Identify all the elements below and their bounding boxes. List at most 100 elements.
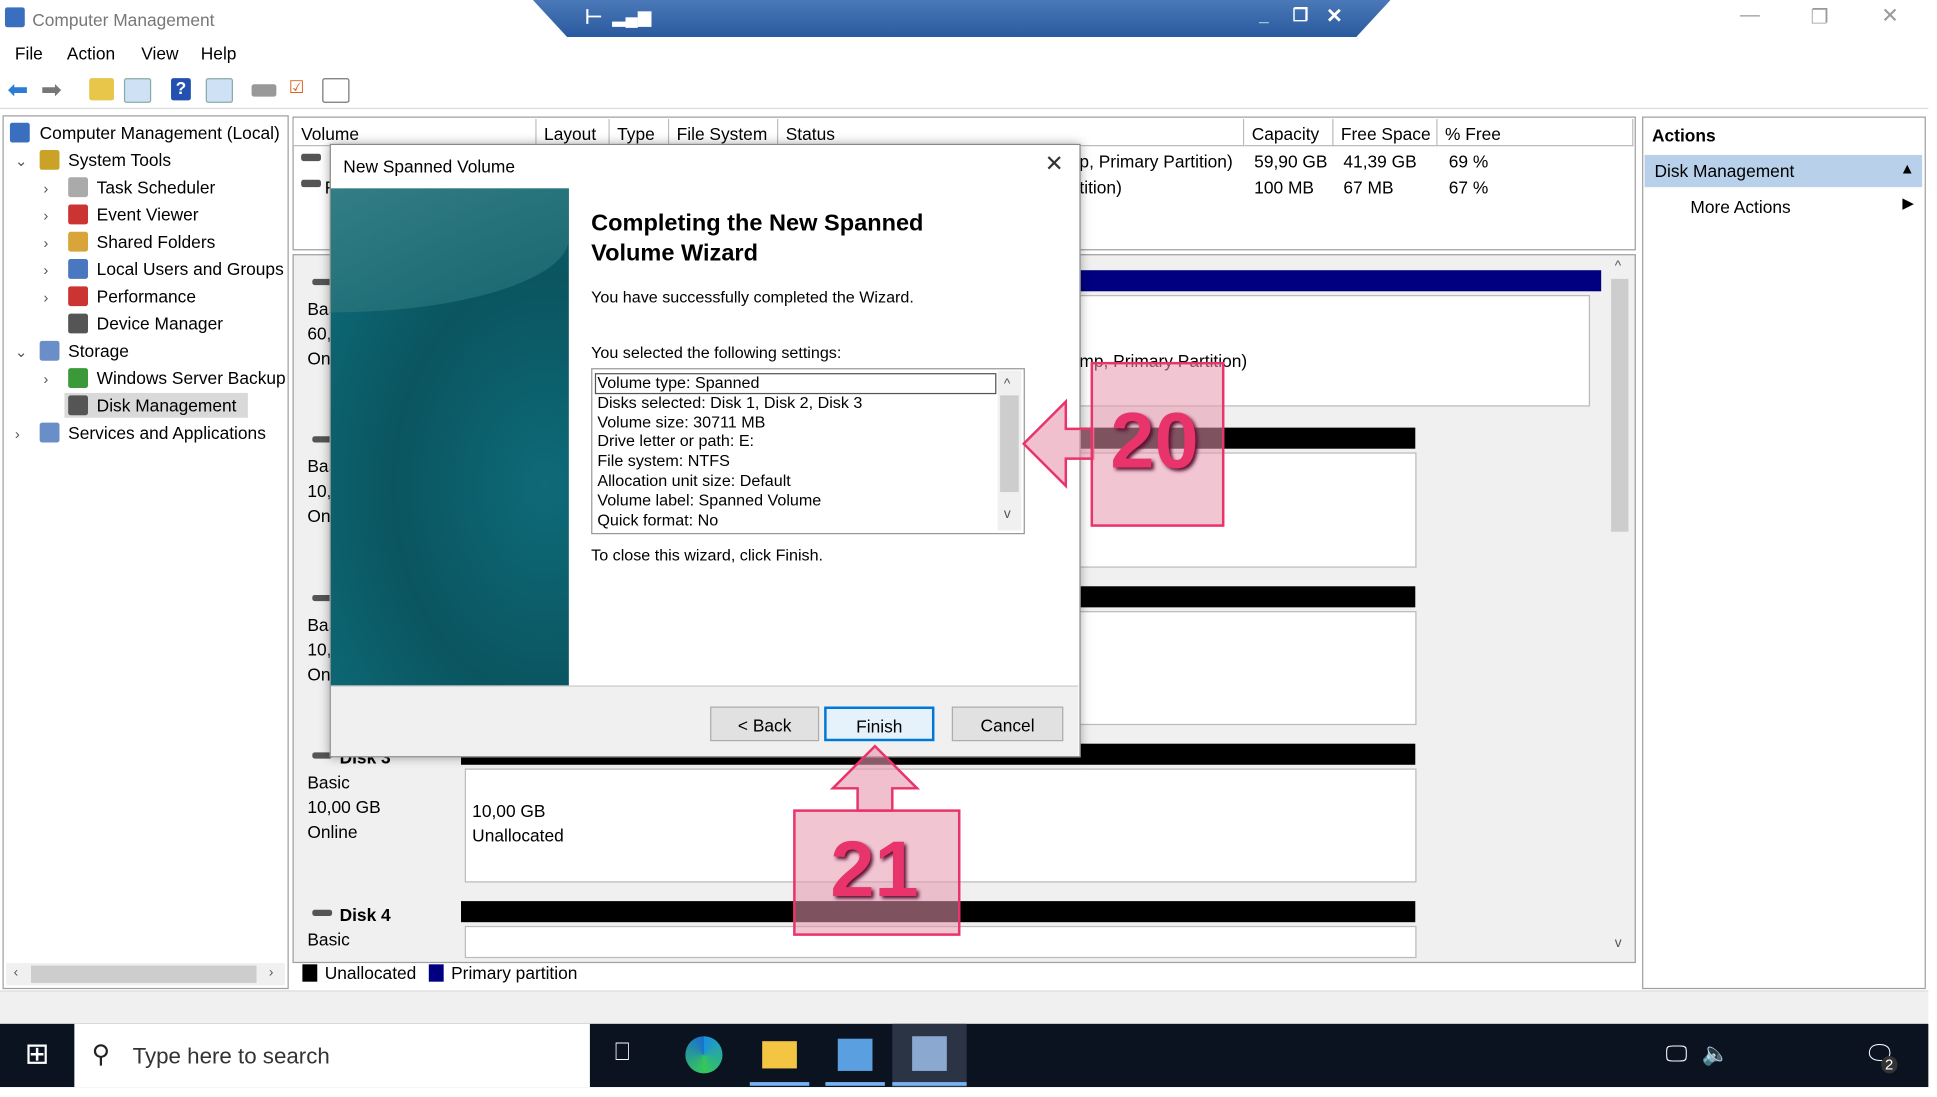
expand-chevron-icon[interactable]: › [43,289,48,306]
cancel-button[interactable]: Cancel [951,706,1064,742]
signal-icon: ▂▄▆ [612,6,652,27]
scrollbar-thumb[interactable] [1611,278,1629,532]
show-hide-console-tree-icon[interactable] [123,78,152,103]
settings-list[interactable]: Volume type: Spanned Disks selected: Disk… [591,368,1025,535]
tree-item[interactable]: System Tools [68,150,171,170]
expand-chevron-icon[interactable]: › [43,180,48,197]
tree-item[interactable]: Event Viewer [97,205,199,225]
disk-management-icon [68,395,88,416]
volume-icon [301,153,321,162]
column-header[interactable]: Volume [293,118,537,147]
setting-line: Volume size: 30711 MB [597,412,766,431]
tree-item[interactable]: Performance [97,286,196,306]
pin-icon[interactable]: ⊢ [585,5,602,30]
scrollbar-thumb[interactable] [30,965,257,983]
remote-restore-icon[interactable]: ❐ [1293,5,1309,26]
tree-item[interactable]: Disk Management [97,395,237,415]
volume-pct-free: 67 % [1448,177,1489,198]
expand-chevron-icon[interactable]: › [15,425,20,442]
column-header[interactable]: File System [669,118,779,147]
remote-minimize-icon[interactable]: _ [1259,5,1269,25]
collapse-chevron-icon[interactable]: ⌄ [15,343,27,360]
actions-header: Actions [1651,125,1716,146]
disk-info: 10,00 GB [307,796,381,817]
tree-item[interactable]: Storage [68,341,129,361]
forward-icon[interactable]: ➡ [41,74,62,105]
show-action-pane-icon[interactable] [205,78,233,103]
legend-primary-partition: Primary partition [451,963,578,983]
dialog-title: New Spanned Volume [343,156,515,177]
device-manager-icon [68,313,88,334]
column-header[interactable]: Free Space [1333,118,1438,147]
collapse-icon[interactable]: ▲ [1900,160,1915,177]
tree-item[interactable]: Local Users and Groups [97,259,284,279]
column-header[interactable]: % Free [1437,118,1634,147]
annotation-20-label: 20 [1110,395,1199,485]
help-icon[interactable]: ? [171,78,191,101]
submenu-arrow-icon: ▶ [1902,194,1914,212]
up-folder-icon[interactable] [89,78,115,101]
computer-management-icon [4,7,25,28]
back-button[interactable]: < Back [710,706,820,742]
disk-info: Online [307,821,358,842]
close-icon[interactable]: ✕ [1881,4,1899,29]
more-actions[interactable]: More Actions [1690,197,1790,217]
tree-item[interactable]: Device Manager [97,314,223,334]
tree-item[interactable]: Services and Applications [68,423,266,443]
network-icon[interactable]: 🖵 [1666,1041,1688,1067]
column-header[interactable]: Status [778,118,1245,147]
tree-item[interactable]: Shared Folders [97,232,216,252]
volume-capacity: 100 MB [1254,177,1314,198]
file-explorer-icon[interactable] [762,1041,797,1069]
disk-info: Basic [307,929,350,950]
menu-view[interactable]: View [141,43,178,63]
properties-icon[interactable] [322,78,350,103]
search-placeholder: Type here to search [132,1043,330,1069]
tree-item[interactable]: Task Scheduler [97,177,216,197]
volume-free: 41,39 GB [1343,151,1417,172]
remote-close-icon[interactable]: ✕ [1326,4,1343,29]
volume-status: p, Primary Partition) [1079,151,1233,172]
storage-icon [39,340,60,361]
expand-chevron-icon[interactable]: › [43,371,48,388]
menu-action[interactable]: Action [67,43,115,63]
expand-chevron-icon[interactable]: › [43,262,48,279]
disk-info: 60, [307,323,332,344]
restore-icon[interactable]: ❐ [1811,5,1829,30]
menu-help[interactable]: Help [201,43,237,63]
connect-icon[interactable] [251,84,277,97]
setting-line: Allocation unit size: Default [597,471,791,490]
tree-item[interactable]: Windows Server Backup [97,368,286,388]
column-header[interactable]: Type [609,118,670,147]
menu-file[interactable]: File [15,43,43,63]
collapse-chevron-icon[interactable]: ⌄ [15,152,27,169]
expand-chevron-icon[interactable]: › [43,207,48,224]
task-view-icon[interactable]: ⎕ [615,1039,630,1068]
edge-icon[interactable] [685,1036,723,1074]
dialog-close-icon[interactable]: ✕ [1045,151,1064,177]
services-and-applications-icon [39,422,60,443]
expand-chevron-icon[interactable]: › [43,234,48,251]
disk-view-scrollbar[interactable]: ^ v [1608,256,1631,959]
tree-horizontal-scrollbar[interactable]: ‹ › [6,963,286,986]
legend-unallocated: Unallocated [324,963,417,983]
volume-muted-icon[interactable]: 🔈 [1702,1041,1730,1067]
disk-info: On [307,348,331,369]
finish-button[interactable]: Finish [824,706,935,742]
computer-management-app-icon [912,1036,947,1071]
column-header[interactable]: Capacity [1244,118,1334,147]
minimize-icon[interactable]: — [1740,5,1760,27]
start-windows-icon[interactable]: ⊞ [25,1036,50,1072]
back-icon[interactable]: ⬅ [7,74,28,105]
system-tools-icon [39,149,60,170]
check-icon[interactable]: ☑ [289,77,305,98]
actions-section-label: Disk Management [1654,161,1795,181]
local-users-and-groups-icon [68,259,88,279]
tree-root[interactable]: Computer Management (Local) [40,123,280,143]
partition-info: Unallocated [472,825,564,846]
disk-icon [312,909,333,916]
partition-info: 10,00 GB [472,800,546,821]
column-header[interactable]: Layout [536,118,610,147]
disk-info: 10, [307,480,332,501]
server-manager-icon[interactable] [837,1038,873,1071]
